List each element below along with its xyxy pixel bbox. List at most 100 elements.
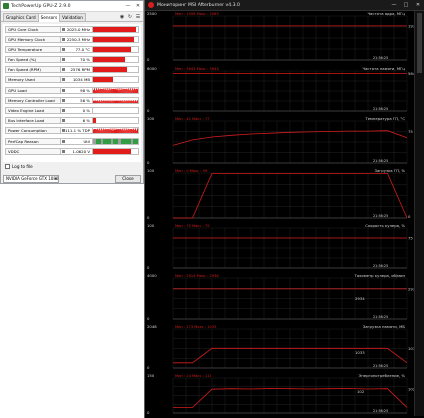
sensor-graph-sample <box>130 87 132 93</box>
sensor-graph-sample <box>102 128 104 133</box>
sensor-value[interactable]: 70 % <box>61 55 93 63</box>
sensor-value[interactable]: 111.1 % TDP <box>61 126 93 134</box>
minimize-icon[interactable]: — <box>388 0 400 11</box>
sensor-graph-sample <box>96 128 98 133</box>
sensor-graph-sample <box>103 129 105 133</box>
sensor-list: GPU Core Clock 2025.0 MHz GPU Memory Clock… <box>3 24 141 162</box>
sensor-mode-dropdown-icon[interactable] <box>62 139 65 143</box>
sensor-graph-sample <box>93 128 95 133</box>
sensor-value[interactable]: 2576 RPM <box>61 65 93 73</box>
gpu-select[interactable]: NVIDIA GeForce GTX 1080 ▾ <box>3 174 59 183</box>
sensor-name: Memory Controller Load <box>5 96 61 104</box>
sensor-graph <box>93 45 139 53</box>
sensor-graph-svg <box>93 99 138 103</box>
sensor-graph-sample <box>110 87 112 93</box>
sensor-graph-sample <box>127 100 129 103</box>
maximize-icon[interactable]: □ <box>400 0 412 11</box>
afterburner-titlebar[interactable]: Мониторинг MSI Afterburner v4.3.0 — □ ✕ <box>145 0 424 11</box>
sensor-graph-sample <box>95 87 97 93</box>
scrollbar[interactable] <box>414 11 424 416</box>
sensor-mode-dropdown-icon[interactable] <box>62 67 65 71</box>
sensor-row: Power Consumption 111.1 % TDP <box>5 126 140 134</box>
sensor-value[interactable]: 0 % <box>61 106 93 114</box>
sensor-mode-dropdown-icon[interactable] <box>62 57 65 61</box>
gpuz-titlebar[interactable]: TechPowerUp GPU-Z 2.9.0 — ✕ <box>1 1 143 12</box>
sensor-mode-dropdown-icon[interactable] <box>62 37 65 41</box>
chevron-down-icon: ▾ <box>54 175 57 181</box>
sensor-graph <box>93 106 139 114</box>
sensor-value[interactable]: 1.0620 V <box>61 147 93 155</box>
sensor-name: GPU Load <box>5 86 61 94</box>
sensor-mode-dropdown-icon[interactable] <box>62 77 65 81</box>
sensor-graph-sample <box>116 128 118 133</box>
sensor-graph-sample <box>129 100 131 103</box>
sensor-value[interactable]: 56 % <box>61 96 93 104</box>
sensor-graph-sample <box>120 99 122 103</box>
sensor-value-text: 2250.3 MHz <box>66 36 90 42</box>
sensor-graph-sample <box>111 88 113 93</box>
axis-min-label: 0 <box>147 265 150 270</box>
gpu-select-value: NVIDIA GeForce GTX 1080 <box>6 175 59 181</box>
sensor-graph-sample <box>118 99 120 103</box>
panel-title: Загрузка ГП, % <box>375 168 406 173</box>
camera-icon[interactable]: ◉ <box>119 14 125 20</box>
minimize-icon[interactable]: — <box>123 1 133 12</box>
sensor-graph-sample <box>131 89 133 93</box>
sensor-graph-sample <box>126 128 128 133</box>
menu-icon[interactable]: ☰ <box>135 14 141 20</box>
sensor-graph-sample <box>136 129 138 133</box>
scrollbar-thumb[interactable] <box>417 13 422 73</box>
refresh-icon[interactable]: ↻ <box>127 14 133 20</box>
sensor-graph-sample <box>107 99 109 103</box>
sensor-value[interactable]: Util <box>61 137 93 145</box>
tab-validation[interactable]: Validation <box>59 13 86 21</box>
sensor-graph-sample <box>106 87 108 93</box>
sensor-mode-dropdown-icon[interactable] <box>62 47 65 51</box>
tab-sensors[interactable]: Sensors <box>37 13 61 22</box>
sensor-graph-sample <box>105 89 107 93</box>
log-to-file-checkbox[interactable] <box>5 164 10 169</box>
sensor-value[interactable]: 77.0 °C <box>61 45 93 53</box>
sensor-value[interactable]: 2250.3 MHz <box>61 35 93 43</box>
sensor-graph-sample <box>115 128 117 133</box>
sensor-value-text: 6 % <box>82 117 90 123</box>
sensor-graph-sample <box>120 128 122 133</box>
sensor-row: Video Engine Load 0 % <box>5 106 140 114</box>
sensor-mode-dropdown-icon[interactable] <box>62 149 65 153</box>
sensor-mode-dropdown-icon[interactable] <box>62 118 65 122</box>
sensor-mode-dropdown-icon[interactable] <box>62 128 65 132</box>
sensor-mode-dropdown-icon[interactable] <box>62 27 65 31</box>
sensor-value[interactable]: 1034 MB <box>61 75 93 83</box>
sensor-graph-sample <box>118 128 120 133</box>
close-icon[interactable]: ✕ <box>412 0 424 11</box>
sensor-graph-sample <box>128 87 130 93</box>
sensor-graph-fill <box>93 36 134 42</box>
sensor-graph-sample <box>113 88 115 93</box>
close-icon[interactable]: ✕ <box>133 1 143 12</box>
sensor-graph-sample <box>131 99 133 103</box>
sensor-mode-dropdown-icon[interactable] <box>62 88 65 92</box>
sensor-graph-sample <box>115 87 117 93</box>
sensor-value[interactable]: 98 % <box>61 86 93 94</box>
log-to-file-row[interactable]: Log to file <box>5 164 33 169</box>
sensor-mode-dropdown-icon[interactable] <box>62 108 65 112</box>
sensor-value[interactable]: 2025.0 MHz <box>61 25 93 33</box>
sensor-graph-sample <box>113 128 115 133</box>
sensor-value[interactable]: 6 % <box>61 116 93 124</box>
sensor-graph-sample <box>100 99 102 103</box>
sensor-graph-sample <box>101 129 103 133</box>
perfcap-strip <box>93 138 138 144</box>
sensor-graph-sample <box>132 100 134 103</box>
panel-stats: Мин : 1506 Макс : 2063 <box>175 12 219 16</box>
sensor-graph-sample <box>119 100 121 103</box>
tab-graphics-card[interactable]: Graphics Card <box>3 13 39 21</box>
sensor-graph-sample <box>134 87 136 93</box>
sensor-graph-fill <box>93 117 96 123</box>
sensor-mode-dropdown-icon[interactable] <box>62 98 65 102</box>
panel-time: 21:56:25 <box>373 409 388 413</box>
sensor-graph-sample <box>120 89 122 93</box>
sensor-row: GPU Temperature 77.0 °C <box>5 45 140 53</box>
sensor-graph-sample <box>94 89 96 93</box>
msi-app-icon <box>148 2 154 8</box>
close-button[interactable]: Close <box>115 174 141 183</box>
